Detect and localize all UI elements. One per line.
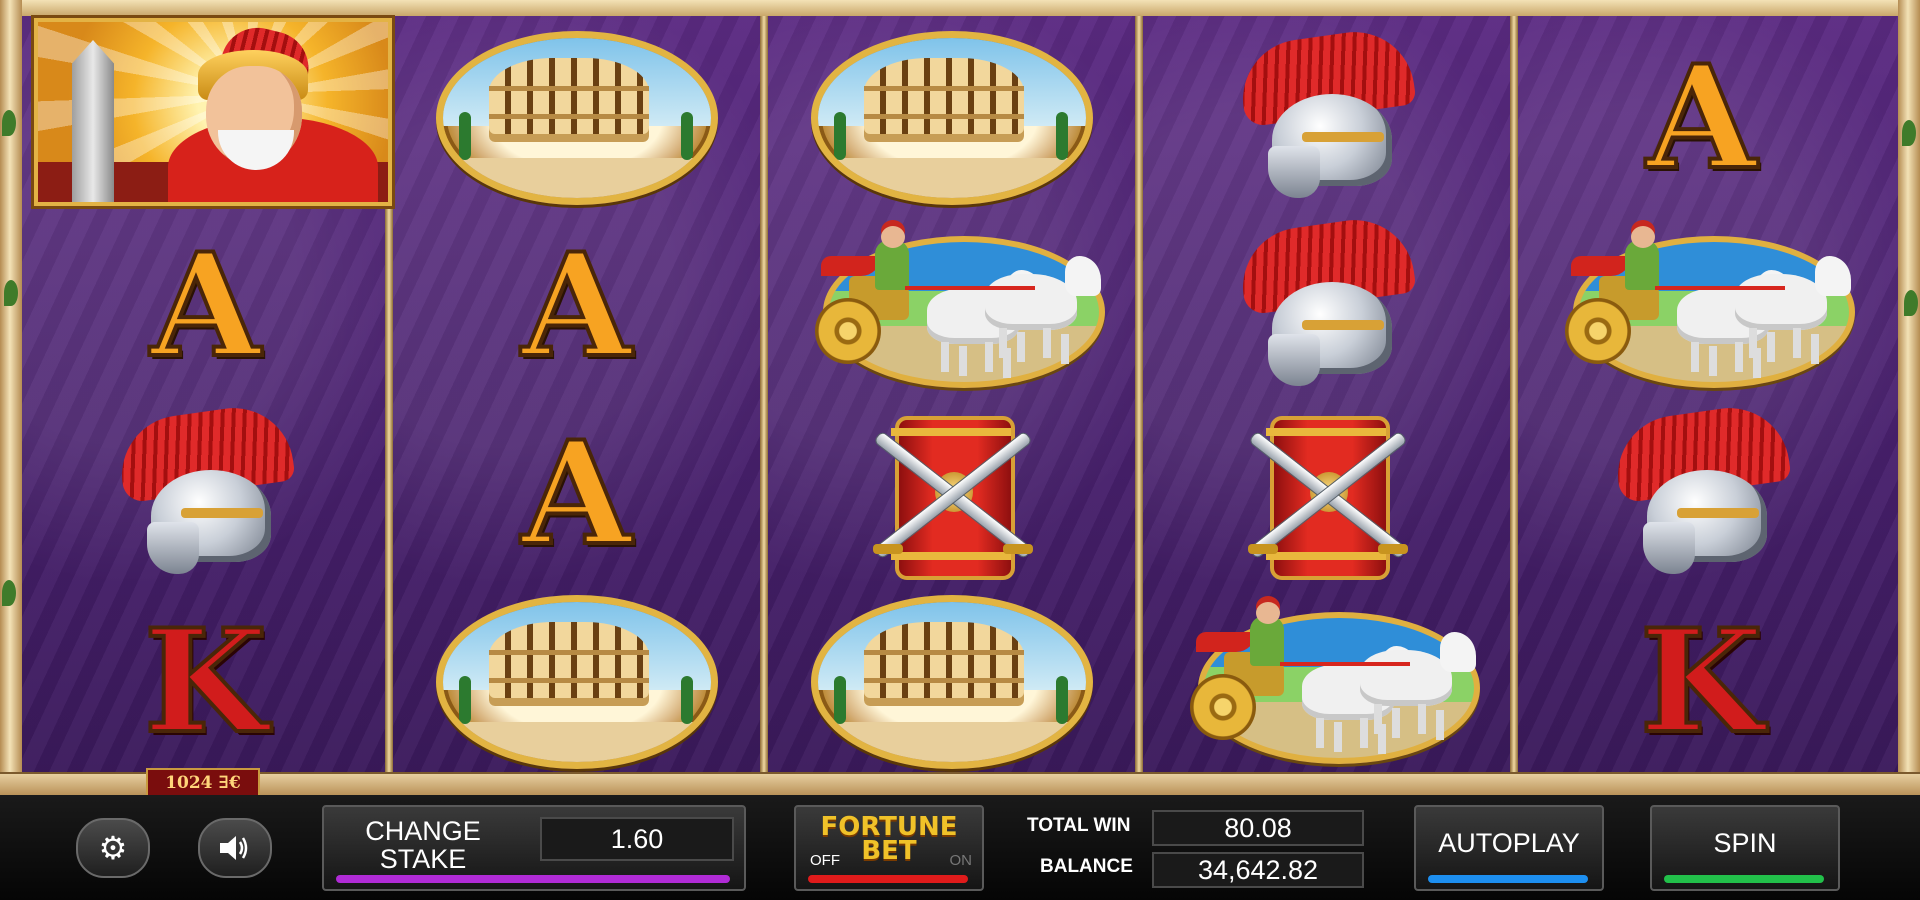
ace-letter: A xyxy=(519,223,633,389)
ace-symbol: A xyxy=(393,400,760,588)
autoplay-label: AUTOPLAY xyxy=(1438,828,1580,858)
balance-label: BALANCE xyxy=(1040,856,1133,877)
stake-indicator-bar xyxy=(336,875,730,883)
king-letter: K xyxy=(1638,599,1765,765)
king-letter: K xyxy=(142,599,269,765)
fortune-indicator-bar xyxy=(808,875,968,883)
ways-badge: 1024 ∃€ xyxy=(146,768,260,798)
change-stake-panel[interactable]: CHANGE STAKE 1.60 xyxy=(322,805,746,891)
chariot-symbol xyxy=(768,212,1135,400)
total-win-value: 80.08 xyxy=(1152,810,1364,846)
ace-letter: A xyxy=(519,411,633,577)
king-symbol: K xyxy=(22,588,389,776)
helmet-symbol xyxy=(1518,399,1885,588)
fortune-bet-toggle[interactable]: FORTUNE BET OFF ON xyxy=(794,805,984,891)
chariot-symbol xyxy=(1518,212,1885,400)
game-stage: A K A A A K xyxy=(0,0,1920,795)
fortune-off-label: OFF xyxy=(810,852,840,869)
colosseum-symbol xyxy=(393,588,760,776)
vine-leaf xyxy=(2,580,16,606)
shield-symbol xyxy=(768,400,1135,588)
ace-symbol: A xyxy=(393,212,760,400)
wild-centurion-symbol xyxy=(34,18,392,206)
obelisk-icon xyxy=(72,40,114,202)
vine-leaf xyxy=(1904,290,1918,316)
reel-divider xyxy=(1135,16,1143,772)
reel-divider xyxy=(1510,16,1518,772)
shield-symbol xyxy=(1143,400,1510,588)
speaker-icon xyxy=(220,836,248,860)
sound-button[interactable] xyxy=(198,818,272,878)
settings-button[interactable]: ⚙ xyxy=(76,818,150,878)
chariot-symbol xyxy=(1143,588,1510,776)
helmet-symbol xyxy=(1143,23,1510,212)
bottom-frame xyxy=(0,772,1920,795)
ace-letter: A xyxy=(1644,35,1758,201)
autoplay-indicator-bar xyxy=(1428,875,1588,883)
colosseum-symbol xyxy=(768,24,1135,212)
total-win-label: TOTAL WIN xyxy=(1027,815,1131,836)
colosseum-symbol xyxy=(768,588,1135,776)
fortune-on-label: ON xyxy=(949,852,973,869)
king-symbol: K xyxy=(1518,588,1885,776)
right-pillar xyxy=(1898,0,1920,772)
balance-value: 34,642.82 xyxy=(1152,852,1364,888)
stake-value: 1.60 xyxy=(540,817,734,861)
helmet-symbol xyxy=(1143,211,1510,400)
helmet-symbol xyxy=(22,399,389,588)
vine-leaf xyxy=(1902,120,1916,146)
ace-symbol: A xyxy=(22,212,389,400)
spin-indicator-bar xyxy=(1664,875,1824,883)
reel-divider xyxy=(760,16,768,772)
ace-letter: A xyxy=(148,223,262,389)
change-stake-label: CHANGE STAKE xyxy=(365,816,481,874)
spin-label: SPIN xyxy=(1713,828,1777,858)
colosseum-symbol xyxy=(393,24,760,212)
vine-leaf xyxy=(2,110,16,136)
autoplay-button[interactable]: AUTOPLAY xyxy=(1414,805,1604,891)
gear-icon: ⚙ xyxy=(98,830,128,866)
ace-symbol: A xyxy=(1518,24,1885,212)
vine-leaf xyxy=(4,280,18,306)
spin-button[interactable]: SPIN xyxy=(1650,805,1840,891)
